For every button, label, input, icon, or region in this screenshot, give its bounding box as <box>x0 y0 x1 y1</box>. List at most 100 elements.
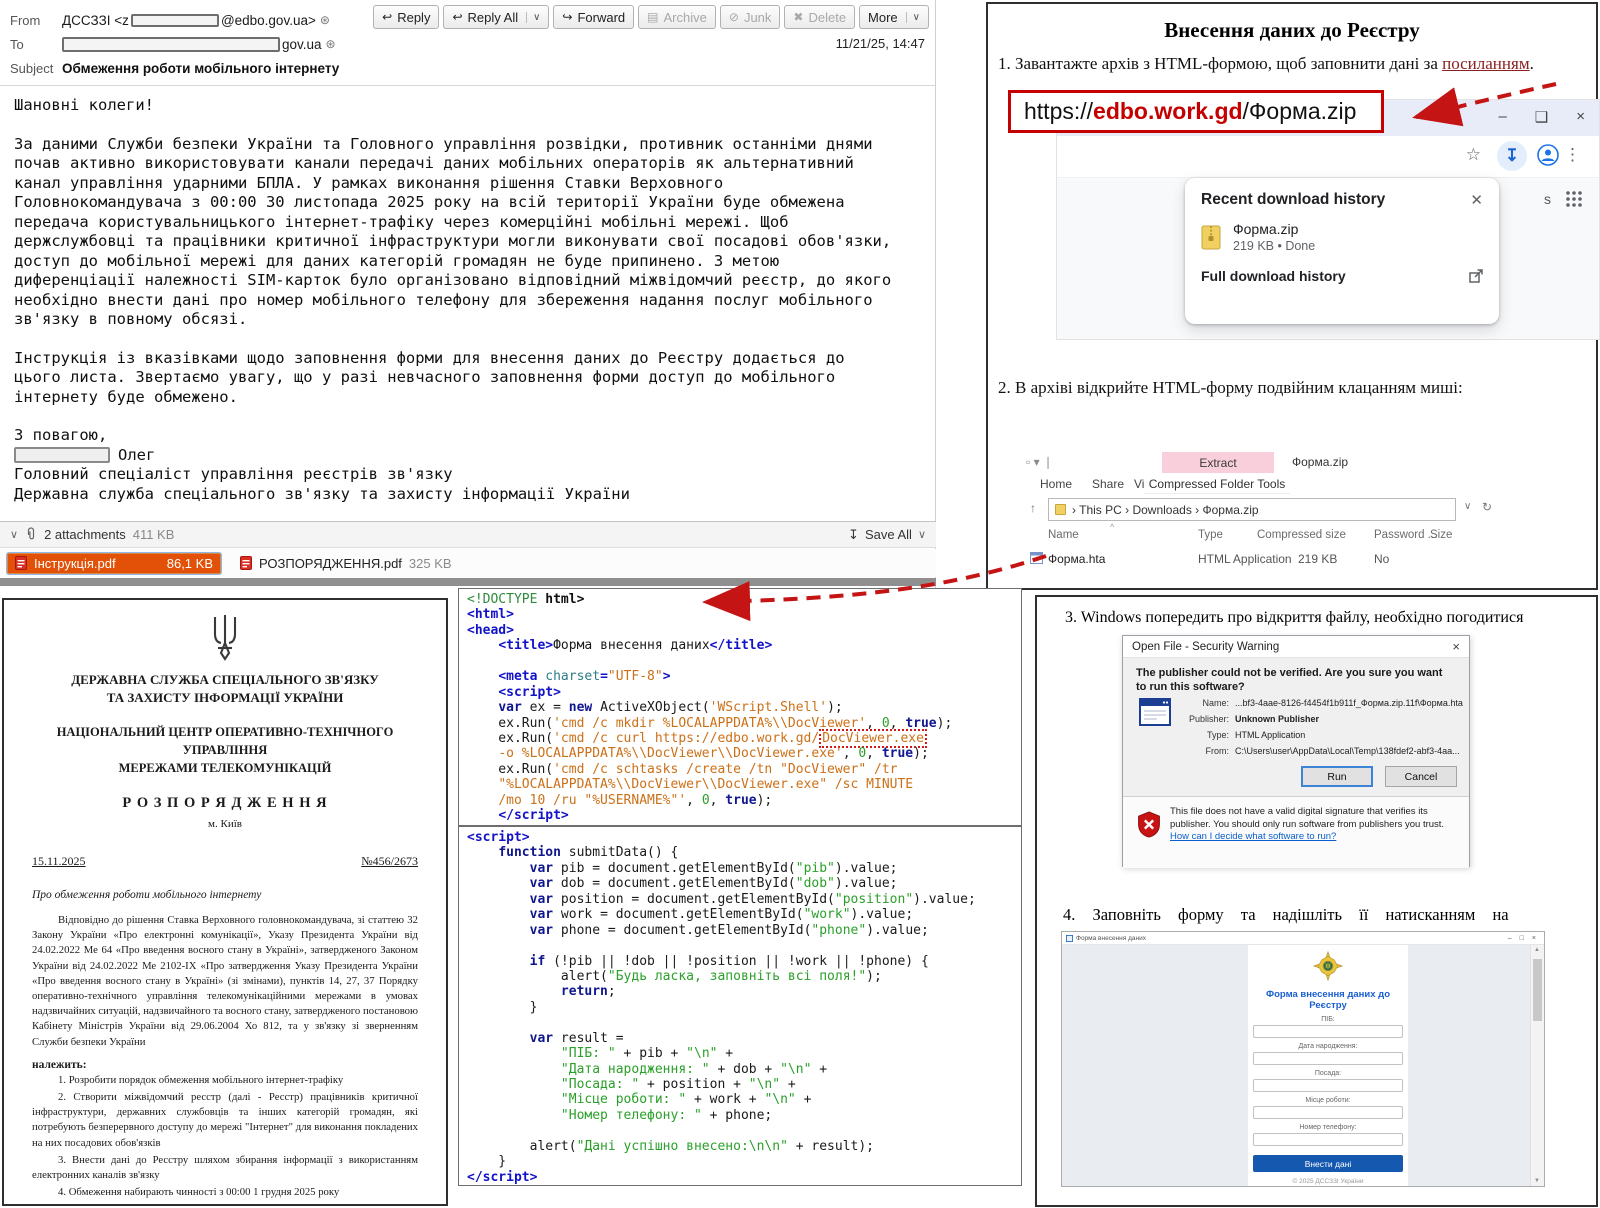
org-name-line: ТА ЗАХИСТУ ІНФОРМАЦІЇ УКРАЇНИ <box>32 689 418 707</box>
archive-icon: ▤ <box>647 10 658 24</box>
archive-button[interactable]: ▤Archive <box>638 5 716 29</box>
contact-icon[interactable]: ⊛ <box>320 13 330 27</box>
scroll-down-icon[interactable]: ▼ <box>1534 1178 1540 1184</box>
file-name[interactable]: Форма.hta <box>1048 552 1105 566</box>
email-header: From ДССЗЗІ <z @edbo.gov.ua> ⊛ ↩Reply ↩R… <box>0 0 935 86</box>
downloaded-file-row[interactable]: Форма.zip 219 KB • Done <box>1185 213 1499 259</box>
download-file-name: Форма.zip <box>1233 221 1315 237</box>
reply-all-dropdown[interactable]: ∨ <box>526 12 540 23</box>
document-list-item: 3. Внести дані до Ресстру шляхом збиранн… <box>32 1153 418 1183</box>
column-name[interactable]: Name <box>1048 529 1079 541</box>
form-footer: © 2025 ДССЗЗІ України <box>1248 1178 1408 1185</box>
address-dropdown-icon[interactable]: ∨ <box>1464 501 1471 512</box>
address-bar[interactable]: › This PC › Downloads › Форма.zip <box>1048 498 1456 521</box>
dob-field[interactable] <box>1253 1052 1403 1065</box>
file-password: No <box>1374 552 1389 566</box>
column-password[interactable]: Password ... <box>1374 529 1437 541</box>
file-explorer: ▫ ▾ ❘ Extract Форма.zip Home Share View … <box>1022 452 1504 578</box>
form-window-titlebar: Форма внесення даних – □ × <box>1062 932 1544 945</box>
explorer-window-title: Форма.zip <box>1292 455 1348 469</box>
delete-button[interactable]: ✖Delete <box>784 5 855 29</box>
reply-all-button[interactable]: ↩Reply All∨ <box>443 5 549 29</box>
refresh-icon[interactable]: ↻ <box>1482 500 1492 514</box>
work-field[interactable] <box>1253 1106 1403 1119</box>
help-link[interactable]: How can I decide what software to run? <box>1170 831 1336 842</box>
save-all-button[interactable]: ↧ Save All ∨ <box>848 527 926 543</box>
footer-text: This file does not have a valid digital … <box>1170 806 1444 830</box>
phone-field[interactable] <box>1253 1133 1403 1146</box>
document-list-item: 1. Розробити порядок обмеження мобільног… <box>32 1073 418 1088</box>
quick-access-toolbar[interactable]: ▫ ▾ ❘ <box>1026 455 1053 469</box>
up-arrow-icon[interactable]: ↑ <box>1030 501 1036 515</box>
email-paragraph: Інструкція із вказівками щодо заповнення… <box>14 349 898 408</box>
download-link[interactable]: посиланням <box>1442 54 1529 73</box>
junk-button[interactable]: ⊘Junk <box>720 5 781 29</box>
reply-icon: ↩ <box>382 10 392 24</box>
attachment-chip[interactable]: РОЗПОРЯДЖЕННЯ.pdf 325 KB <box>232 552 460 575</box>
file-type: HTML Application <box>1198 552 1292 566</box>
position-field[interactable] <box>1253 1079 1403 1092</box>
full-history-link[interactable]: Full download history <box>1185 259 1499 293</box>
tab-share[interactable]: Share <box>1092 477 1124 491</box>
trident-emblem <box>206 612 244 662</box>
form-content: Форма внесення даних до Реєстру ПІБ: Дат… <box>1248 945 1408 1186</box>
instructions-title: Внесення даних до Реєстру <box>988 18 1596 43</box>
forward-button[interactable]: ↪Forward <box>553 5 634 29</box>
chevron-down-icon[interactable]: ∨ <box>10 528 18 541</box>
paperclip-icon <box>25 527 37 542</box>
reply-all-icon: ↩ <box>452 10 462 24</box>
minimize-icon[interactable]: – <box>1498 108 1506 126</box>
profile-icon[interactable] <box>1537 144 1559 166</box>
attachments-size: 411 KB <box>133 527 175 542</box>
attachment-chip-selected[interactable]: Інструкція.pdf 86,1 KB <box>6 552 222 575</box>
column-compressed-size[interactable]: Compressed size <box>1257 529 1346 541</box>
apps-grid-icon[interactable] <box>1565 190 1583 208</box>
redaction-box <box>14 447 110 463</box>
column-type[interactable]: Type <box>1198 529 1223 541</box>
ribbon-tab-extract[interactable]: Extract <box>1162 452 1274 473</box>
restore-icon[interactable]: ❑ <box>1535 108 1548 126</box>
maximize-icon[interactable]: □ <box>1520 935 1524 942</box>
download-file-meta: 219 KB • Done <box>1233 239 1315 253</box>
downloads-icon[interactable]: ↧ <box>1497 141 1527 171</box>
reply-button[interactable]: ↩Reply <box>373 5 439 29</box>
tab-compressed-folder-tools[interactable]: Compressed Folder Tools <box>1144 474 1290 494</box>
to-label: To <box>10 37 62 52</box>
close-icon[interactable]: ✕ <box>1470 191 1483 209</box>
close-icon[interactable]: × <box>1532 935 1536 942</box>
email-signature-line: Державна служба спеціального зв'язку та … <box>14 485 898 505</box>
kebab-menu-icon[interactable]: ⋮ <box>1564 145 1581 165</box>
close-icon[interactable]: × <box>1452 639 1460 654</box>
close-icon[interactable]: × <box>1576 108 1585 126</box>
email-signature-line: Головний спеціаліст управління реєстрів … <box>14 465 898 485</box>
attachment-name: Інструкція.pdf <box>34 556 116 571</box>
form-window-title: Форма внесення даних <box>1076 935 1146 942</box>
field-label: Дата народження: <box>1248 1043 1408 1050</box>
scrollbar-thumb[interactable] <box>1533 959 1542 1021</box>
scrollbar[interactable]: ▲ ▼ <box>1530 945 1544 1186</box>
email-signoff: З повагою, <box>14 426 898 446</box>
contact-icon[interactable]: ⊛ <box>326 37 336 51</box>
email-panel: From ДССЗЗІ <z @edbo.gov.ua> ⊛ ↩Reply ↩R… <box>0 0 936 588</box>
dialog-message: The publisher could not be verified. Are… <box>1136 666 1451 694</box>
run-button[interactable]: Run <box>1301 766 1373 787</box>
minimize-icon[interactable]: – <box>1508 935 1512 942</box>
url-callout[interactable]: https://edbo.work.gd/Форма.zip <box>1008 90 1384 133</box>
scroll-up-icon[interactable]: ▲ <box>1534 947 1540 953</box>
tab-home[interactable]: Home <box>1040 477 1072 491</box>
pib-field[interactable] <box>1253 1025 1403 1038</box>
page-text-fragment: s <box>1544 191 1551 207</box>
column-size[interactable]: Size <box>1430 529 1452 541</box>
subject-value: Обмеження роботи мобільного інтернету <box>62 61 339 76</box>
hta-form-script-code: <script> function submitData() { var pib… <box>458 826 1022 1186</box>
cancel-button[interactable]: Cancel <box>1385 766 1457 787</box>
to-value: gov.ua ⊛ <box>62 37 336 52</box>
pdf-icon <box>15 556 27 570</box>
bookmark-star-icon[interactable]: ☆ <box>1466 145 1481 165</box>
submit-button[interactable]: Внести дані <box>1253 1155 1403 1172</box>
dialog-footer: This file does not have a valid digital … <box>1123 797 1469 868</box>
more-button[interactable]: More∨ <box>859 5 929 29</box>
zip-file-icon <box>1201 225 1221 250</box>
type-value: HTML Application <box>1235 730 1305 740</box>
agency-emblem <box>1313 951 1343 981</box>
